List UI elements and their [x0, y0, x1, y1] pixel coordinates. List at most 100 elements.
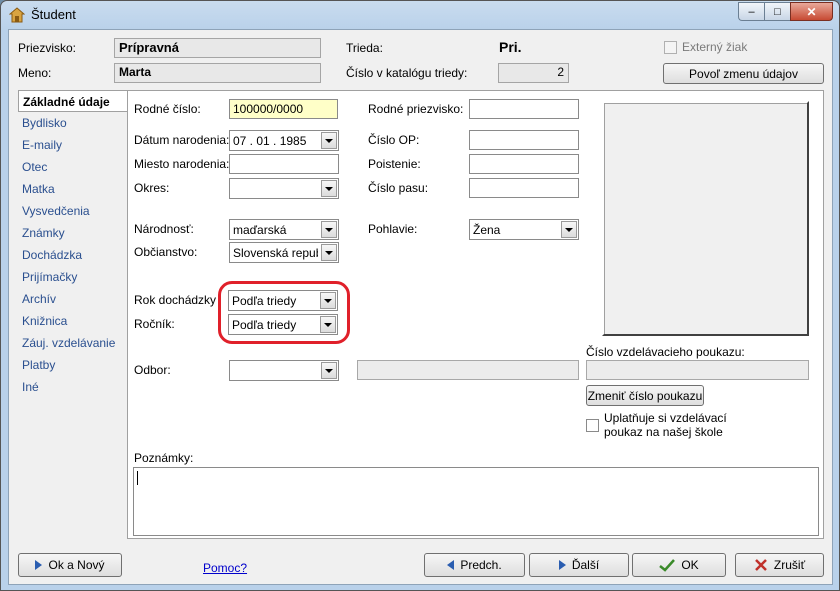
- nationality-select[interactable]: maďarská: [229, 219, 339, 240]
- nav-item-basic[interactable]: Základné údaje: [18, 90, 130, 112]
- ok-button[interactable]: OK: [632, 553, 726, 577]
- birthplace-input[interactable]: [229, 154, 339, 174]
- birth-date-label: Dátum narodenia:: [134, 133, 230, 147]
- maiden-name-input[interactable]: [469, 99, 579, 119]
- previous-button[interactable]: Predch.: [424, 553, 525, 577]
- passport-label: Číslo pasu:: [368, 181, 429, 195]
- class-value: Pri.: [499, 39, 522, 55]
- close-icon: ✕: [806, 4, 817, 19]
- external-student-checkbox[interactable]: [664, 41, 677, 54]
- nav-item-payments[interactable]: Platby: [18, 354, 128, 376]
- name-label: Meno:: [18, 66, 52, 80]
- nav-item-library[interactable]: Knižnica: [18, 310, 128, 332]
- catalog-number-field: 2: [498, 63, 569, 83]
- side-navigation: Základné údaje Bydlisko E-maily Otec Mat…: [18, 90, 130, 398]
- external-student-label: Externý žiak: [682, 40, 748, 54]
- apply-voucher-checkbox[interactable]: [586, 419, 599, 432]
- birth-number-input[interactable]: 100000/0000: [229, 99, 338, 119]
- maximize-icon: □: [774, 5, 781, 18]
- nav-item-admissions[interactable]: Prijímačky: [18, 266, 128, 288]
- photo-frame[interactable]: [602, 101, 809, 336]
- minimize-icon: –: [748, 5, 755, 18]
- maximize-button[interactable]: □: [764, 2, 790, 21]
- apply-voucher-label-line1: Uplatňuje si vzdelávací: [604, 411, 727, 425]
- chevron-down-icon[interactable]: [321, 180, 337, 197]
- voucher-label: Číslo vzdelávacieho poukazu:: [586, 345, 745, 359]
- nav-item-residence[interactable]: Bydlisko: [18, 112, 128, 134]
- nav-item-archive[interactable]: Archív: [18, 288, 128, 310]
- minimize-button[interactable]: –: [738, 2, 764, 21]
- next-label: Ďalší: [571, 558, 600, 572]
- change-voucher-button[interactable]: Zmeniť číslo poukazu: [586, 385, 704, 406]
- catalog-label: Číslo v katalógu triedy:: [346, 66, 468, 80]
- citizenship-select[interactable]: Slovenská republ: [229, 242, 339, 263]
- district-label: Okres:: [134, 181, 170, 195]
- app-icon: [9, 7, 25, 23]
- birth-date-picker[interactable]: 07 . 01 . 1985: [229, 130, 339, 151]
- chevron-down-icon[interactable]: [321, 244, 337, 261]
- chevron-down-icon[interactable]: [321, 132, 337, 149]
- nationality-label: Národnosť:: [134, 222, 194, 236]
- window-title: Študent: [31, 7, 76, 22]
- nav-item-report-cards[interactable]: Vysvedčenia: [18, 200, 128, 222]
- branch-label: Odbor:: [134, 363, 171, 377]
- red-highlight-annotation: [218, 281, 350, 344]
- arrow-left-icon: [447, 560, 455, 570]
- apply-voucher-label: Uplatňuje si vzdelávací poukaz na našej …: [604, 411, 727, 439]
- client-area: Priezvisko: Prípravná Meno: Marta Trieda…: [8, 29, 833, 585]
- passport-input[interactable]: [469, 178, 579, 198]
- class-label: Trieda:: [346, 41, 383, 55]
- id-card-input[interactable]: [469, 130, 579, 150]
- nav-item-grades[interactable]: Známky: [18, 222, 128, 244]
- birth-number-label: Rodné číslo:: [134, 102, 201, 116]
- voucher-field: [586, 360, 809, 380]
- birthplace-label: Miesto narodenia:: [134, 157, 230, 171]
- chevron-down-icon[interactable]: [321, 362, 337, 379]
- grade-label: Ročník:: [134, 317, 175, 331]
- ok-and-new-button[interactable]: Ok a Nový: [18, 553, 122, 577]
- citizenship-label: Občianstvo:: [134, 245, 198, 259]
- title-bar[interactable]: Študent – □ ✕: [1, 1, 839, 29]
- ok-label: OK: [681, 558, 699, 572]
- notes-label: Poznámky:: [134, 451, 194, 465]
- close-button[interactable]: ✕: [790, 2, 833, 21]
- nav-item-other[interactable]: Iné: [18, 376, 128, 398]
- student-window: Študent – □ ✕ Priezvisko: Prípravná Meno…: [0, 0, 840, 591]
- citizenship-value: Slovenská republ: [233, 246, 318, 260]
- nav-item-attendance[interactable]: Dochádzka: [18, 244, 128, 266]
- id-card-label: Číslo OP:: [368, 133, 420, 147]
- arrow-right-icon: [558, 560, 566, 570]
- nav-item-interest-education[interactable]: Záuj. vzdelávanie: [18, 332, 128, 354]
- maiden-name-label: Rodné priezvisko:: [368, 102, 464, 116]
- notes-textarea[interactable]: [133, 467, 819, 536]
- cancel-button[interactable]: Zrušiť: [735, 553, 824, 577]
- checkmark-icon: [659, 559, 676, 572]
- district-select[interactable]: [229, 178, 339, 199]
- allow-change-button[interactable]: Povoľ zmenu údajov: [663, 63, 824, 84]
- name-field: Marta: [114, 63, 321, 83]
- next-button[interactable]: Ďalší: [529, 553, 629, 577]
- chevron-down-icon[interactable]: [561, 221, 577, 238]
- gender-select[interactable]: Žena: [469, 219, 579, 240]
- cancel-icon: [755, 559, 767, 571]
- previous-label: Predch.: [460, 558, 502, 572]
- apply-voucher-label-line2: poukaz na našej škole: [604, 425, 723, 439]
- nav-item-mother[interactable]: Matka: [18, 178, 128, 200]
- text-cursor: [137, 471, 138, 485]
- nav-item-emails[interactable]: E-maily: [18, 134, 128, 156]
- branch-select[interactable]: [229, 360, 339, 381]
- nav-item-father[interactable]: Otec: [18, 156, 128, 178]
- basic-data-panel: Rodné číslo: 100000/0000 Dátum narodenia…: [127, 90, 824, 539]
- birth-date-value: 07 . 01 . 1985: [233, 134, 307, 148]
- chevron-down-icon[interactable]: [321, 221, 337, 238]
- insurance-label: Poistenie:: [368, 157, 421, 171]
- ok-and-new-label: Ok a Nový: [48, 558, 105, 572]
- nationality-value: maďarská: [233, 223, 287, 237]
- surname-label: Priezvisko:: [18, 41, 77, 55]
- insurance-input[interactable]: [469, 154, 579, 174]
- branch-name-field: [357, 360, 579, 380]
- help-link[interactable]: Pomoc?: [203, 561, 247, 575]
- attendance-year-label: Rok dochádzky: [134, 293, 217, 307]
- gender-label: Pohlavie:: [368, 222, 418, 236]
- surname-field: Prípravná: [114, 38, 321, 58]
